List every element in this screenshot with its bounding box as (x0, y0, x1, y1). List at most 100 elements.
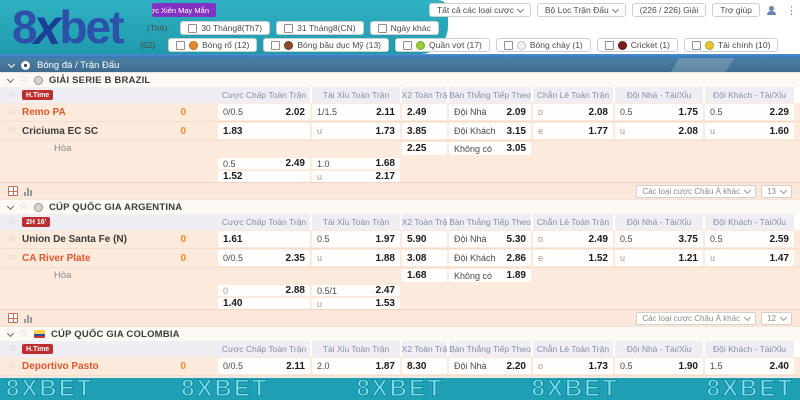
favorite-star-icon[interactable]: ☆ (8, 234, 17, 244)
more-bets-dropdown[interactable]: Các loại cược Châu Á khác (636, 185, 756, 198)
date-filter-chip[interactable]: Ngày khác (370, 21, 439, 35)
favorite-star-icon[interactable]: ☆ (8, 126, 17, 136)
odds-cell[interactable]: Đội Nhà2.09 (449, 104, 531, 120)
chevron-down-icon[interactable] (7, 329, 14, 336)
odds-cell[interactable]: 3.85 (402, 123, 447, 139)
checkbox-icon[interactable] (403, 41, 412, 50)
odds-cell[interactable]: Không có3.05 (449, 142, 531, 155)
odds-cell[interactable]: Không có1.89 (449, 269, 531, 282)
date-filter-chip[interactable]: (Th6) (147, 21, 174, 35)
odds-cell[interactable]: Đội Nhà2.20 (449, 358, 531, 374)
odds-cell[interactable]: u1.53 (312, 298, 400, 309)
odds-cell[interactable]: 1.61 (218, 231, 310, 247)
market-count-dropdown[interactable]: 12 (761, 312, 792, 325)
date-filter-chip[interactable]: 31 Tháng8(CN) (276, 21, 363, 35)
more-bets-dropdown[interactable]: Các loại cược Châu Á khác (636, 312, 756, 325)
favorite-star-icon[interactable]: ☆ (19, 202, 28, 212)
odds-cell[interactable]: u1.73 (312, 123, 400, 139)
odds-cell[interactable]: o2.08 (533, 104, 613, 120)
favorite-star-icon[interactable]: ☆ (8, 217, 17, 227)
favorite-star-icon[interactable]: ☆ (8, 361, 17, 371)
checkbox-icon[interactable] (378, 24, 387, 33)
favorite-star-icon[interactable]: ☆ (8, 90, 17, 100)
sport-filter-chip[interactable]: Bóng rổ (12) (168, 38, 257, 52)
odds-cell[interactable]: 1.83 (218, 123, 310, 139)
odds-cell[interactable]: 0.53.75 (615, 231, 703, 247)
chevron-down-icon[interactable] (7, 202, 14, 209)
odds-cell[interactable]: 0.51.90 (615, 358, 703, 374)
odds-cell[interactable]: 2.25 (402, 142, 447, 155)
sport-filter-chip[interactable]: Bóng chày (1) (496, 38, 591, 52)
odds-cell[interactable]: 0/0.52.11 (218, 358, 310, 374)
favorite-star-icon[interactable]: ☆ (8, 253, 17, 263)
odds-cell[interactable]: Đội Nhà5.30 (449, 231, 531, 247)
odds-cell[interactable]: 1.01.68 (312, 158, 400, 169)
league-count-button[interactable]: (226 / 226) Giải (632, 3, 707, 17)
odds-cell[interactable]: u1.47 (705, 250, 794, 266)
grid-view-icon[interactable] (8, 186, 18, 196)
odds-cell[interactable]: 3.08 (402, 250, 447, 266)
odds-cell[interactable]: 0.51.97 (312, 231, 400, 247)
stats-chart-icon[interactable] (24, 313, 35, 323)
odds-cell[interactable]: e1.52 (533, 250, 613, 266)
checkbox-icon[interactable] (271, 41, 280, 50)
odds-cell[interactable]: 0.52.29 (705, 104, 794, 120)
odds-cell[interactable]: Đội Khách3.15 (449, 123, 531, 139)
league-header[interactable]: ☆CÚP QUỐC GIA ARGENTINA (0, 199, 800, 214)
odds-cell[interactable]: u1.21 (615, 250, 703, 266)
checkbox-icon[interactable] (176, 41, 185, 50)
favorite-star-icon[interactable]: ☆ (8, 344, 17, 354)
odds-cell[interactable]: 1.40 (218, 298, 310, 309)
odds-cell[interactable]: Đội Khách2.86 (449, 250, 531, 266)
odds-cell[interactable]: 0.52.59 (705, 231, 794, 247)
chevron-down-icon[interactable] (8, 60, 15, 67)
help-button[interactable]: Trợ giúp (712, 3, 760, 17)
favorite-star-icon[interactable]: ☆ (8, 107, 17, 117)
odds-cell[interactable]: 0.52.49 (218, 158, 310, 169)
odds-cell[interactable]: 2.01.87 (312, 358, 400, 374)
sport-filter-chip[interactable]: Bóng bầu dục Mỹ (13) (263, 38, 389, 52)
odds-cell[interactable]: 5.90 (402, 231, 447, 247)
sport-header-bar[interactable]: Bóng đá / Trận Đấu (0, 58, 800, 72)
odds-cell[interactable]: 0/0.52.02 (218, 104, 310, 120)
user-settings-icon[interactable] (766, 5, 777, 16)
sport-filter-chip[interactable]: Quần vợt (17) (395, 38, 490, 52)
odds-cell[interactable]: 1.52.40 (705, 358, 794, 374)
checkbox-icon[interactable] (692, 41, 701, 50)
checkbox-icon[interactable] (605, 41, 614, 50)
sport-filter-chip[interactable]: Cricket (1) (597, 38, 678, 52)
league-header[interactable]: ☆GIẢI SERIE B BRAZIL (0, 72, 800, 87)
more-vertical-icon[interactable] (783, 5, 794, 16)
checkbox-icon[interactable] (284, 24, 293, 33)
lucky-parlay-button[interactable]: Cược Xiên May Mắn (152, 3, 216, 17)
odds-cell[interactable]: u2.17 (312, 171, 400, 182)
odds-cell[interactable]: 0.5/12.47 (312, 285, 400, 296)
odds-cell[interactable]: 2.49 (402, 104, 447, 120)
odds-cell[interactable]: 02.88 (218, 285, 310, 296)
stats-chart-icon[interactable] (24, 186, 35, 196)
checkbox-icon[interactable] (504, 41, 513, 50)
odds-cell[interactable]: u1.60 (705, 123, 794, 139)
odds-cell[interactable]: 1.68 (402, 269, 447, 282)
odds-cell[interactable]: 1/1.52.11 (312, 104, 400, 120)
odds-cell[interactable]: u2.08 (615, 123, 703, 139)
favorite-star-icon[interactable]: ☆ (19, 75, 28, 85)
odds-cell[interactable]: e1.77 (533, 123, 613, 139)
odds-cell[interactable]: u1.88 (312, 250, 400, 266)
odds-cell[interactable]: o1.73 (533, 358, 613, 374)
favorite-star-icon[interactable]: ☆ (19, 329, 28, 339)
sport-filter-chip[interactable]: (52) (140, 38, 162, 52)
odds-cell[interactable]: 1.52 (218, 171, 310, 182)
odds-cell[interactable]: o2.49 (533, 231, 613, 247)
chevron-down-icon[interactable] (7, 75, 14, 82)
sport-filter-chip[interactable]: Tài chính (10) (684, 38, 778, 52)
date-filter-chip[interactable]: 30 Tháng8(Th7) (180, 21, 270, 35)
bet-types-dropdown[interactable]: Tất cả các loại cược (429, 3, 531, 17)
odds-cell[interactable]: 8.30 (402, 358, 447, 374)
odds-cell[interactable]: 0/0.52.35 (218, 250, 310, 266)
grid-view-icon[interactable] (8, 313, 18, 323)
market-count-dropdown[interactable]: 13 (761, 185, 792, 198)
odds-cell[interactable]: 0.51.75 (615, 104, 703, 120)
league-header[interactable]: ☆CÚP QUỐC GIA COLOMBIA (0, 326, 800, 341)
match-filter-dropdown[interactable]: Bộ Lọc Trận Đấu (537, 3, 626, 17)
